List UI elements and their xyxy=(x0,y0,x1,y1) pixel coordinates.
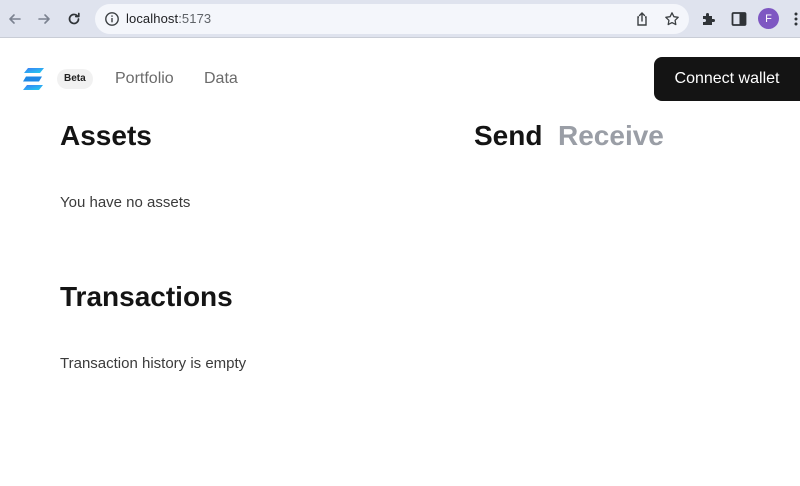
tab-send[interactable]: Send xyxy=(474,120,542,152)
nav-portfolio[interactable]: Portfolio xyxy=(115,70,174,88)
side-panel-icon[interactable] xyxy=(730,10,748,28)
assets-empty-text: You have no assets xyxy=(60,194,191,211)
back-arrow-icon xyxy=(9,14,21,24)
site-info-icon[interactable] xyxy=(104,11,120,27)
back-button[interactable] xyxy=(4,8,26,30)
nav-data[interactable]: Data xyxy=(204,70,238,88)
forward-button[interactable] xyxy=(33,8,55,30)
reload-button[interactable] xyxy=(63,8,85,30)
reload-icon xyxy=(68,12,80,25)
app-logo-icon[interactable] xyxy=(22,66,46,92)
address-url: localhost:5173 xyxy=(126,11,211,26)
transactions-heading: Transactions xyxy=(60,281,233,312)
url-port: :5173 xyxy=(178,11,212,26)
extensions-puzzle-icon[interactable] xyxy=(700,10,718,28)
browser-toolbar: localhost:5173 F xyxy=(0,0,800,38)
tab-receive[interactable]: Receive xyxy=(558,120,664,152)
forward-arrow-icon xyxy=(38,14,50,24)
share-icon[interactable] xyxy=(634,11,650,27)
menu-kebab-icon[interactable] xyxy=(793,11,799,27)
connect-wallet-button[interactable]: Connect wallet xyxy=(654,57,800,101)
assets-heading: Assets xyxy=(60,120,152,151)
address-bar[interactable]: localhost:5173 xyxy=(95,4,689,34)
url-host: localhost xyxy=(126,11,179,26)
beta-badge: Beta xyxy=(57,69,93,89)
profile-avatar[interactable]: F xyxy=(758,8,779,29)
bookmark-star-icon[interactable] xyxy=(664,11,680,27)
transactions-empty-text: Transaction history is empty xyxy=(60,355,247,372)
